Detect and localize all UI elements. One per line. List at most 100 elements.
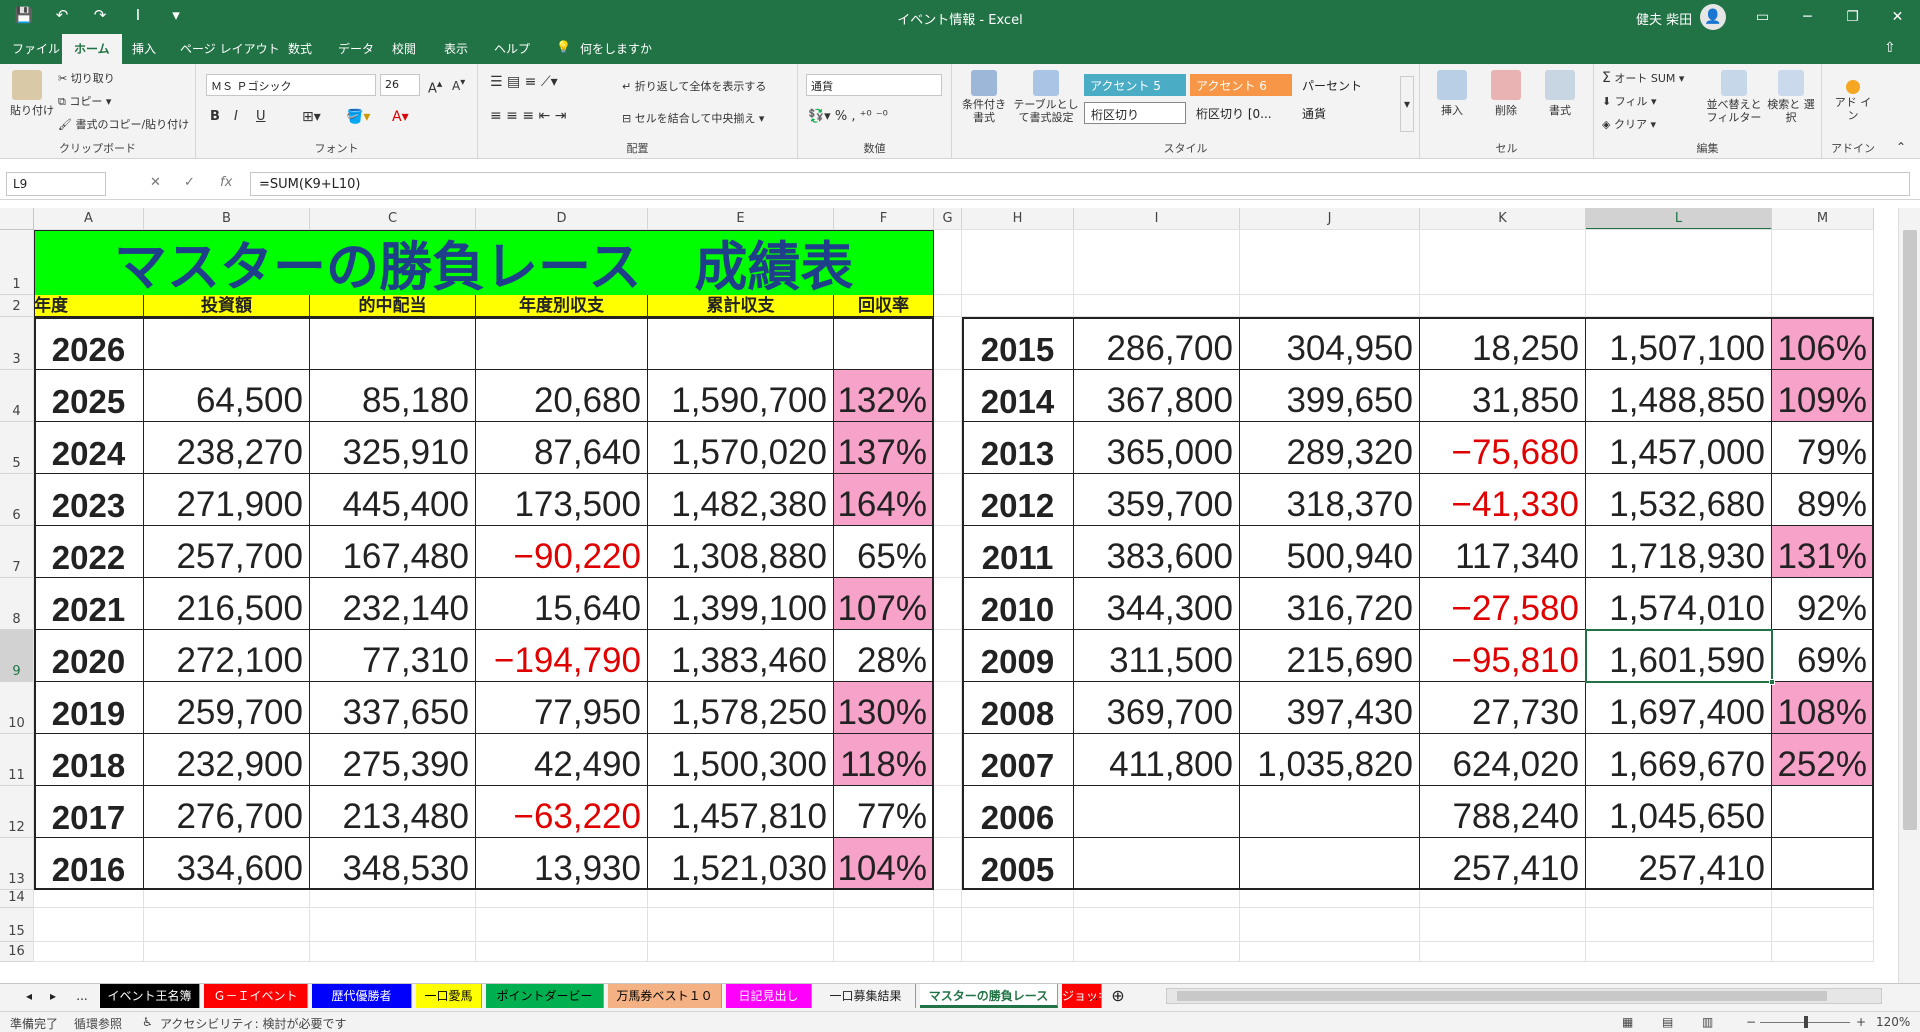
minimize-icon[interactable]: ─	[1785, 4, 1830, 30]
restore-icon[interactable]: ❐	[1830, 4, 1875, 30]
tab-formulas[interactable]: 数式	[288, 40, 312, 57]
cell-cum[interactable]: 257,410	[1586, 838, 1772, 890]
cell-bal[interactable]: 87,640	[476, 422, 648, 474]
format-as-table-button[interactable]: テーブルとして書式設定	[1012, 70, 1080, 124]
cell-bal[interactable]: −194,790	[476, 630, 648, 682]
cell-rate[interactable]: 130%	[834, 682, 934, 734]
page-break-view-icon[interactable]: ▥	[1702, 1015, 1713, 1029]
column-header[interactable]: L	[1586, 208, 1772, 230]
ribbon-display-icon[interactable]: ▭	[1740, 4, 1785, 30]
cell-bal[interactable]: 173,500	[476, 474, 648, 526]
borders-icon[interactable]: ⊞▾	[302, 109, 321, 125]
select-all-corner[interactable]	[0, 208, 34, 230]
cell-cum[interactable]: 1,308,880	[648, 526, 834, 578]
find-select-button[interactable]: 検索と 選択	[1766, 70, 1816, 124]
avatar[interactable]: 👤	[1700, 4, 1726, 30]
sheet-tab[interactable]: 一口愛馬	[416, 984, 482, 1008]
row-header[interactable]: 16	[0, 942, 34, 962]
cell-inv[interactable]	[144, 317, 310, 370]
zoom-slider-thumb[interactable]	[1804, 1016, 1808, 1028]
cancel-icon[interactable]: ✕	[150, 175, 161, 190]
zoom-in-icon[interactable]: +	[1856, 1015, 1866, 1029]
cell-rate[interactable]: 79%	[1772, 422, 1874, 474]
delete-cells-button[interactable]: 削除	[1484, 70, 1528, 118]
enter-icon[interactable]: ✓	[184, 175, 195, 190]
cell-inv[interactable]: 369,700	[1074, 682, 1240, 734]
cell-pay[interactable]: 399,650	[1240, 370, 1420, 422]
cell-pay[interactable]: 316,720	[1240, 578, 1420, 630]
row-header[interactable]: 4	[0, 370, 34, 422]
cell-cum[interactable]: 1,507,100	[1586, 317, 1772, 370]
wrap-text-button[interactable]: ↵ 折り返して全体を表示する	[622, 78, 766, 94]
sheet-tab[interactable]: Ｇ－Ｉイベント	[204, 984, 308, 1008]
row-header[interactable]: 14	[0, 890, 34, 908]
cell-bal[interactable]: 257,410	[1420, 838, 1586, 890]
cell-rate[interactable]: 132%	[834, 370, 934, 422]
worksheet-grid[interactable]: ABCDEFGHIJKLM 1 2 3 4 5 6 7 8 9 10 11 12 13 14 15 16 マス…	[0, 208, 1920, 983]
cell-pay[interactable]: 445,400	[310, 474, 476, 526]
cell-pay[interactable]: 318,370	[1240, 474, 1420, 526]
cell-cum[interactable]: 1,383,460	[648, 630, 834, 682]
cell-year[interactable]: 2011	[962, 526, 1074, 578]
font-size-select[interactable]: 26	[380, 74, 420, 96]
status-accessibility[interactable]: アクセシビリティ: 検討が必要です	[160, 1015, 347, 1032]
number-format-select[interactable]: 通貨	[806, 74, 942, 96]
cell-cum[interactable]: 1,532,680	[1586, 474, 1772, 526]
cell-pay[interactable]: 325,910	[310, 422, 476, 474]
horizontal-scrollbar[interactable]	[1166, 988, 1882, 1004]
cell-pay[interactable]: 397,430	[1240, 682, 1420, 734]
cell-bal[interactable]: −90,220	[476, 526, 648, 578]
add-sheet-icon[interactable]: ⊕	[1106, 984, 1130, 1008]
cell-rate[interactable]: 252%	[1772, 734, 1874, 786]
bold-button[interactable]: B	[210, 109, 220, 124]
cell-inv[interactable]: 272,100	[144, 630, 310, 682]
style-comma[interactable]: 桁区切り	[1084, 102, 1186, 124]
row-header[interactable]: 12	[0, 786, 34, 838]
column-title-cell[interactable]: 年度	[34, 295, 144, 317]
cell-bal[interactable]: −41,330	[1420, 474, 1586, 526]
sheet-tab[interactable]: マスターの勝負レース	[920, 984, 1058, 1008]
tab-page-layout[interactable]: ページ レイアウト	[180, 40, 280, 57]
cell-inv[interactable]: 411,800	[1074, 734, 1240, 786]
sheet-tab[interactable]: 日記見出し	[726, 984, 812, 1008]
cell-pay[interactable]: 1,035,820	[1240, 734, 1420, 786]
cell-bal[interactable]: 13,930	[476, 838, 648, 890]
name-box[interactable]: L9	[6, 172, 106, 196]
cell-pay[interactable]: 213,480	[310, 786, 476, 838]
sheet-tab[interactable]: 万馬券ベスト１０	[608, 984, 722, 1008]
cell-inv[interactable]: 216,500	[144, 578, 310, 630]
column-title-cell[interactable]: 年度別収支	[476, 295, 648, 317]
normal-view-icon[interactable]: ▦	[1622, 1015, 1633, 1029]
cell-bal[interactable]: 15,640	[476, 578, 648, 630]
cell-cum[interactable]: 1,697,400	[1586, 682, 1772, 734]
tab-view[interactable]: 表示	[444, 40, 468, 57]
row-header[interactable]: 6	[0, 474, 34, 526]
cell-inv[interactable]	[1074, 786, 1240, 838]
scroll-tabs-right-icon[interactable]: ▸	[42, 984, 64, 1008]
cell-bal[interactable]: 20,680	[476, 370, 648, 422]
row-header[interactable]: 10	[0, 682, 34, 734]
cell-bal[interactable]: 18,250	[1420, 317, 1586, 370]
font-color-icon[interactable]: A▾	[392, 109, 409, 125]
row-header[interactable]: 8	[0, 578, 34, 630]
cell-year[interactable]: 2009	[962, 630, 1074, 682]
cell-bal[interactable]: −95,810	[1420, 630, 1586, 682]
cell-bal[interactable]: 117,340	[1420, 526, 1586, 578]
share-icon[interactable]: ⇧	[1884, 40, 1896, 56]
cell-cum[interactable]: 1,045,650	[1586, 786, 1772, 838]
cell-pay[interactable]: 348,530	[310, 838, 476, 890]
cell-year[interactable]: 2023	[34, 474, 144, 526]
cell-inv[interactable]: 383,600	[1074, 526, 1240, 578]
style-currency[interactable]: 通貨	[1296, 102, 1396, 124]
column-header[interactable]: M	[1772, 208, 1874, 230]
cell-inv[interactable]: 64,500	[144, 370, 310, 422]
cell-inv[interactable]: 257,700	[144, 526, 310, 578]
cell-inv[interactable]: 344,300	[1074, 578, 1240, 630]
style-accent6[interactable]: アクセント 6	[1190, 74, 1292, 96]
paste-button[interactable]: 貼り付け	[10, 70, 54, 118]
addin-button[interactable]: アド イン	[1830, 70, 1876, 122]
cell-year[interactable]: 2019	[34, 682, 144, 734]
cell-year[interactable]: 2014	[962, 370, 1074, 422]
cell-pay[interactable]: 232,140	[310, 578, 476, 630]
cell-pay[interactable]: 289,320	[1240, 422, 1420, 474]
